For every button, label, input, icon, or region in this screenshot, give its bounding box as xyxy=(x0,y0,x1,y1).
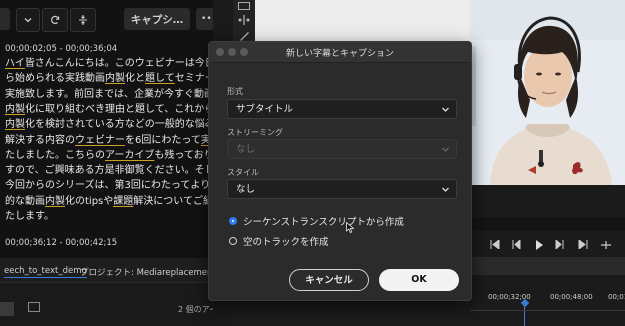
search-input[interactable] xyxy=(0,302,14,316)
project-panel: eech_to_text_demo プロジェクト: Mediareplaceme… xyxy=(0,258,225,326)
radio-empty-track-label[interactable]: 空のトラックを作成 xyxy=(243,234,329,248)
caption-word: 的な動画 xyxy=(5,195,45,207)
timeline-panel: 00;00;32;00 00;00;48;00 00;01; xyxy=(470,185,625,326)
caption-timecode: 00;00;02;05 - 00;00;36;04 xyxy=(5,44,118,54)
caption-line[interactable]: 内製化に取り組むべき理由と題して、これから動画 xyxy=(5,102,234,117)
caption-line[interactable]: 今回からのシリーズは、第3回にわたってより実践 xyxy=(5,178,230,193)
caption-word: を6回にわたって xyxy=(125,134,201,146)
timeline-time-3: 00;01; xyxy=(608,293,625,301)
next-frame-icon[interactable] xyxy=(555,238,565,252)
ripple-edit-icon[interactable] xyxy=(237,14,251,26)
refresh-icon[interactable] xyxy=(42,8,68,32)
caption-word-flagged: 内製 xyxy=(105,73,125,85)
track-divider xyxy=(470,310,625,311)
caption-line[interactable]: 実施致します。前回までは、企業が今すぐ動画 xyxy=(5,87,214,102)
radio-empty-track[interactable] xyxy=(229,237,237,245)
insert-icon[interactable] xyxy=(600,240,612,253)
dialog-title-bar: 新しい字幕とキャプション xyxy=(209,42,471,63)
caption-word: たします。 xyxy=(5,211,54,222)
caption-line[interactable]: すので、ご興味ある方是非御覧ください。そして xyxy=(5,163,224,178)
caption-line[interactable]: ハイ皆さんこんにちは。このウェビナーは今日か xyxy=(5,56,225,71)
chevron-down-icon xyxy=(441,180,450,208)
prev-button[interactable] xyxy=(0,8,10,30)
radio-transcript[interactable] xyxy=(229,217,237,225)
caption-line[interactable]: たします。 xyxy=(5,209,54,224)
style-label: スタイル xyxy=(227,168,259,177)
style-select[interactable]: なし xyxy=(227,179,457,199)
ok-button[interactable]: OK xyxy=(379,269,459,291)
streaming-value: なし xyxy=(236,144,256,155)
tool-strip xyxy=(233,0,255,45)
chevron-down-icon xyxy=(441,100,450,128)
dialog-title: 新しい字幕とキャプション xyxy=(285,49,394,59)
step-back-icon[interactable] xyxy=(490,239,500,252)
new-captions-dialog: 新しい字幕とキャプション 形式 サブタイトル ストリーミング なし スタイル な… xyxy=(208,41,472,301)
caption-word-flagged: 内製 xyxy=(45,195,65,207)
caption-word: 今回からのシリーズは、第3回にわたってより実践 xyxy=(5,180,231,192)
caption-word: 実施致します。前回までは、企業が今すぐ動画 xyxy=(5,88,214,100)
scroll-bar[interactable] xyxy=(470,257,625,275)
caption-word: 解決する内容の xyxy=(5,134,75,146)
caption-word-flagged: 内製 xyxy=(5,103,25,115)
caption-word-flagged: ウェビナー xyxy=(75,134,125,146)
caption-word: すので、ご興味ある方是非御覧ください。そして xyxy=(5,165,225,177)
presenter-image xyxy=(470,0,625,185)
caption-word: 化のtipsや xyxy=(65,195,114,207)
mouse-cursor-icon xyxy=(346,222,354,233)
format-label: 形式 xyxy=(227,87,243,96)
playhead-line xyxy=(524,305,525,326)
format-select[interactable]: サブタイトル xyxy=(227,99,457,119)
program-monitor-bg xyxy=(255,0,470,45)
play-icon[interactable] xyxy=(534,240,544,253)
format-value: サブタイトル xyxy=(236,104,294,115)
caption-word-flagged: 題して xyxy=(145,73,175,85)
captions-dropdown[interactable]: キャプシ… xyxy=(124,8,190,30)
streaming-label: ストリーミング xyxy=(227,128,283,137)
folder-icon[interactable] xyxy=(28,302,40,312)
cancel-button[interactable]: キャンセル xyxy=(289,269,369,291)
chevron-down-icon[interactable] xyxy=(16,8,40,32)
caption-word: 皆さんこんにちは。このウェビナーは今日か xyxy=(24,58,225,69)
caption-word: 化を検討されている方などの一般的な悩みを xyxy=(25,119,225,131)
streaming-select: なし xyxy=(227,139,457,159)
radio-transcript-label[interactable]: シーケンストランスクリプトから作成 xyxy=(243,214,404,228)
caption-line[interactable]: 的な動画内製化のtipsや課題解決についてご紹介い xyxy=(5,194,233,209)
step-forward-icon[interactable] xyxy=(578,239,588,252)
tab-project[interactable]: プロジェクト: Mediareplacement xyxy=(80,266,216,278)
caption-line[interactable]: ら始められる実践動画内製化と題してセミナーを xyxy=(5,71,225,86)
selection-tool-icon[interactable] xyxy=(238,2,250,10)
caption-word-flagged: 課題 xyxy=(113,195,134,207)
style-value: なし xyxy=(236,184,256,195)
timeline-time-2: 00;00;48;00 xyxy=(550,293,593,301)
tab-speech-to-text[interactable]: eech_to_text_demo xyxy=(4,266,87,276)
caption-word: ら始められる実践動画 xyxy=(5,73,105,85)
previous-frame-icon[interactable] xyxy=(511,238,521,252)
caption-word-flagged: アーカイブ xyxy=(105,149,155,161)
caption-word-flagged: ハイ xyxy=(5,58,25,69)
caption-line[interactable]: たしました。こちらのアーカイブも残っておりま xyxy=(5,148,224,163)
program-controls-bg xyxy=(470,217,625,231)
chevron-down-icon xyxy=(441,140,450,168)
caption-word: 化と xyxy=(125,73,145,85)
caption-line[interactable]: 内製化を検討されている方などの一般的な悩みを xyxy=(5,117,225,132)
split-caption-icon[interactable] xyxy=(70,8,96,32)
caption-word-flagged: 内製 xyxy=(5,119,25,131)
caption-line[interactable]: 解決する内容のウェビナーを6回にわたって実施い xyxy=(5,133,231,148)
video-frame xyxy=(470,0,625,185)
caption-word: 化に取り組むべき理由と題して、これから動画 xyxy=(25,103,235,115)
caption-timecode-next: 00;00;36;12 - 00;00;42;15 xyxy=(5,238,118,248)
caption-word: たしました。こちらの xyxy=(5,149,105,161)
